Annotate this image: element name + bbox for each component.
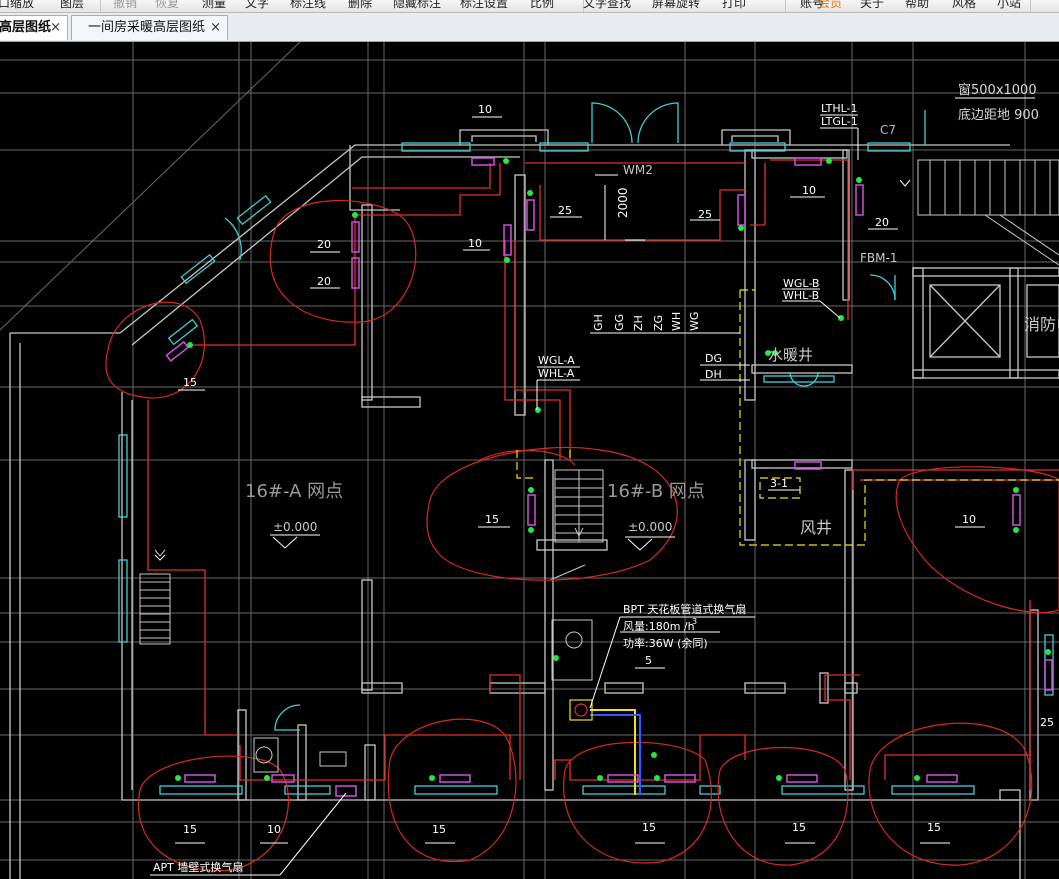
menu-item-8[interactable]: 隐藏标注 xyxy=(393,0,441,11)
label-20-right: 20 xyxy=(875,216,889,229)
menu-item-6[interactable]: 标注线 xyxy=(290,0,326,11)
menu-item-7[interactable]: 删除 xyxy=(348,0,372,11)
label-10-top: 10 xyxy=(478,103,492,116)
menu-item-10[interactable]: 比例 xyxy=(530,0,554,11)
menu-separator xyxy=(785,0,786,12)
tab-high-rise-drawing[interactable]: 高层图纸 × xyxy=(0,15,68,40)
label-15-bottom-4: 15 xyxy=(642,821,656,834)
room-16a-title: 16#-A 网点 xyxy=(245,481,343,502)
label-apt: APT 墙壁式换气扇 xyxy=(153,860,243,874)
drawing-canvas[interactable]: 窗500x1000 底边距地 900 LTHL-1 LTGL-1 C7 10 W… xyxy=(0,42,1059,879)
label-bpt-title: BPT 天花板管道式换气扇 xyxy=(623,602,746,616)
label-15-bottom-1: 15 xyxy=(183,823,197,836)
label-whl-b: WHL-B xyxy=(783,289,819,302)
label-5: 5 xyxy=(645,654,652,667)
label-zh: ZH xyxy=(632,315,645,331)
menu-item-16[interactable]: 关于 xyxy=(860,0,884,11)
label-zg: ZG xyxy=(652,315,665,331)
label-fire: 消防电 xyxy=(1024,315,1059,334)
room-16a-level: ±0.000 xyxy=(273,520,317,534)
window-spec-line2: 底边距地 900 xyxy=(958,107,1039,123)
label-air-shaft: 风井 xyxy=(800,518,832,537)
tab-bar: 高层图纸 × 一间房采暖高层图纸 × xyxy=(0,13,1059,42)
label-2000: 2000 xyxy=(616,187,630,218)
label-15-bottom-3: 15 xyxy=(432,823,446,836)
tab-room-heating-drawing[interactable]: 一间房采暖高层图纸 × xyxy=(71,15,228,40)
label-20-a: 20 xyxy=(317,238,331,251)
label-fbm1: FBM-1 xyxy=(860,251,897,265)
label-dg: DG xyxy=(705,352,722,365)
menu-item-1[interactable]: 图层 xyxy=(60,0,84,11)
label-20-b: 20 xyxy=(317,275,331,288)
label-15-bottom-5: 15 xyxy=(792,821,806,834)
menu-item-4[interactable]: 测量 xyxy=(202,0,226,11)
label-wm2: WM2 xyxy=(623,163,653,177)
label-dh: DH xyxy=(705,368,722,381)
label-15-left: 15 xyxy=(183,376,197,389)
label-10-stair: 10 xyxy=(802,184,816,197)
label-15-mid: 15 xyxy=(485,513,499,526)
label-wg: WG xyxy=(688,312,701,331)
label-3-1: 3-1 xyxy=(770,477,788,490)
menu-item-19[interactable]: 小站 xyxy=(997,0,1021,11)
menu-item-12[interactable]: 屏幕旋转 xyxy=(652,0,700,11)
menu-item-13[interactable]: 打印 xyxy=(722,0,746,11)
label-lthl: LTHL-1 xyxy=(821,102,858,115)
label-bpt-airflow-sup: 3 xyxy=(692,617,697,626)
room-16b-title: 16#-B 网点 xyxy=(607,481,705,502)
label-gg: GG xyxy=(613,314,626,331)
menu-item-15[interactable]: 会员 xyxy=(818,0,842,11)
label-25-edge: 25 xyxy=(1040,716,1054,729)
menu-item-0[interactable]: 窗口缩放 xyxy=(0,0,34,11)
close-icon[interactable]: × xyxy=(50,16,61,40)
label-10-bottom-2: 10 xyxy=(267,823,281,836)
close-icon[interactable]: × xyxy=(210,16,221,40)
label-water-shaft: 水暖井 xyxy=(768,346,813,364)
label-ltgl: LTGL-1 xyxy=(821,115,858,128)
label-25-a: 25 xyxy=(558,204,572,217)
label-wh: WH xyxy=(670,312,683,331)
label-bpt-power: 功率:36W (余同) xyxy=(623,636,708,650)
label-10-right: 10 xyxy=(962,513,976,526)
tab-label: 一间房采暖高层图纸 xyxy=(88,20,206,35)
label-wgl-a: WGL-A xyxy=(538,354,575,367)
menu-item-3[interactable]: 恢复 xyxy=(155,0,179,11)
menu-separator xyxy=(100,0,101,12)
label-gh: GH xyxy=(592,314,605,331)
menu-item-11[interactable]: 文字查找 xyxy=(583,0,631,11)
menu-item-9[interactable]: 标注设置 xyxy=(460,0,508,11)
menu-item-5[interactable]: 文字 xyxy=(245,0,269,11)
label-25-b: 25 xyxy=(698,208,712,221)
menu-item-18[interactable]: 风格 xyxy=(952,0,976,11)
label-c7: C7 xyxy=(880,123,896,137)
label-10-mid: 10 xyxy=(468,237,482,250)
tab-label: 高层图纸 xyxy=(0,20,52,35)
label-15-bottom-6: 15 xyxy=(927,821,941,834)
menu-bar: 窗口缩放图层撤销恢复测量文字标注线删除隐藏标注标注设置比例文字查找屏幕旋转打印账… xyxy=(0,0,1059,13)
label-whl-a: WHL-A xyxy=(538,367,575,380)
menu-item-2[interactable]: 撤销 xyxy=(113,0,137,11)
menu-separator xyxy=(1030,0,1031,12)
label-bpt-airflow: 风量:180m /h xyxy=(623,620,695,633)
window-spec-line1: 窗500x1000 xyxy=(958,82,1037,98)
room-16b-level: ±0.000 xyxy=(628,520,672,534)
menu-item-17[interactable]: 帮助 xyxy=(905,0,929,11)
